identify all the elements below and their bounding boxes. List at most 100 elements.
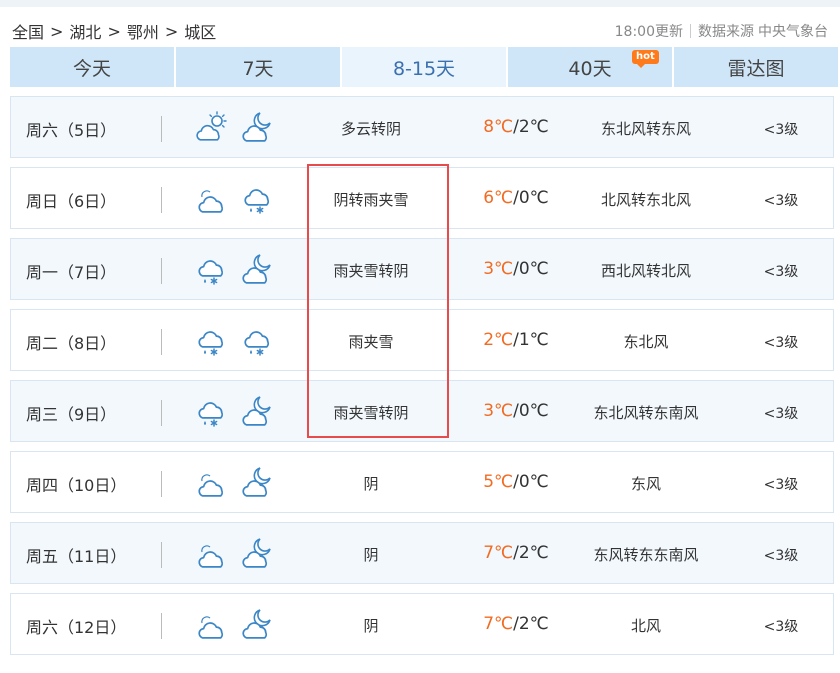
cloudy-moon-icon	[239, 252, 275, 288]
weather-icons	[193, 110, 275, 146]
tab-label: 7天	[242, 57, 274, 80]
sleet-icon	[239, 323, 275, 359]
temp-high: 8℃	[483, 117, 514, 137]
weather-condition: 雨夹雪	[348, 333, 394, 351]
day-label: 周四（10日）	[26, 476, 127, 495]
day-label: 周六（12日）	[26, 618, 127, 637]
breadcrumb-item-district[interactable]: 城区	[184, 19, 216, 43]
row-divider	[161, 613, 162, 639]
sleet-icon	[193, 252, 229, 288]
wind-level: <3级	[763, 122, 799, 138]
weather-icons	[193, 536, 275, 572]
breadcrumb-separator: >	[107, 21, 121, 41]
cloudy-moon-icon	[239, 394, 275, 430]
temp-high: 7℃	[483, 543, 514, 563]
temperature: 7℃/2℃	[466, 543, 566, 563]
forecast-list: 周六（5日） 多云转阴 8℃/2℃ 东北风转东风 <3级 周日（6日） 阴转雨夹…	[10, 96, 834, 664]
source-label: 数据来源	[698, 24, 754, 40]
wind-level: <3级	[763, 406, 799, 422]
weather-icons	[193, 394, 275, 430]
wind-level: <3级	[763, 335, 799, 351]
temp-low: 0℃	[518, 259, 549, 279]
cloudy-moon-icon	[239, 465, 275, 501]
weather-condition: 多云转阴	[340, 120, 401, 138]
weather-condition: 阴	[363, 546, 379, 564]
breadcrumb-item-country[interactable]: 全国	[12, 19, 44, 43]
tab-today[interactable]: 今天	[10, 47, 176, 87]
temperature: 7℃/2℃	[466, 614, 566, 634]
forecast-tabs: 今天 7天 8-15天 40天 hot 雷达图	[10, 47, 838, 87]
weather-icons	[193, 323, 275, 359]
weather-condition: 阴	[363, 475, 379, 493]
wind-direction: 东北风转东南风	[593, 404, 699, 422]
temp-high: 7℃	[483, 614, 514, 634]
weather-condition: 阴转雨夹雪	[333, 191, 409, 209]
temp-high: 6℃	[483, 188, 514, 208]
weather-condition: 阴	[363, 617, 379, 635]
wind-direction: 东北风转东风	[600, 120, 691, 138]
cloudy-moon-icon	[239, 110, 275, 146]
forecast-row: 周六（5日） 多云转阴 8℃/2℃ 东北风转东风 <3级	[10, 96, 834, 158]
tab-label: 8-15天	[392, 57, 456, 80]
temperature: 3℃/0℃	[466, 259, 566, 279]
wind-direction: 西北风转北风	[600, 262, 691, 280]
overcast-icon	[193, 465, 229, 501]
tab-8-15-days[interactable]: 8-15天	[342, 47, 508, 87]
forecast-row: 周三（9日） 雨夹雪转阴 3℃/0℃ 东北风转东南风 <3级	[10, 380, 834, 442]
tab-7-days[interactable]: 7天	[176, 47, 342, 87]
row-divider	[161, 329, 162, 355]
cloudy-moon-icon	[239, 607, 275, 643]
breadcrumb-item-city[interactable]: 鄂州	[127, 19, 159, 43]
forecast-row: 周五（11日） 阴 7℃/2℃ 东风转东东南风 <3级	[10, 522, 834, 584]
tab-radar[interactable]: 雷达图	[674, 47, 838, 87]
tab-label: 今天	[72, 57, 111, 80]
weather-icons	[193, 252, 275, 288]
tab-label: 40天	[568, 57, 612, 80]
weather-icons	[193, 181, 275, 217]
day-label: 周三（9日）	[26, 405, 117, 424]
day-label: 周一（7日）	[26, 263, 117, 282]
temperature: 5℃/0℃	[466, 472, 566, 492]
forecast-row: 周日（6日） 阴转雨夹雪 6℃/0℃ 北风转东北风 <3级	[10, 167, 834, 229]
temp-low: 0℃	[518, 472, 549, 492]
temp-low: 1℃	[518, 330, 549, 350]
day-label: 周二（8日）	[26, 334, 117, 353]
forecast-row: 周六（12日） 阴 7℃/2℃ 北风 <3级	[10, 593, 834, 655]
sleet-icon	[239, 181, 275, 217]
weather-condition: 雨夹雪转阴	[333, 262, 409, 280]
temp-low: 2℃	[518, 543, 549, 563]
breadcrumb-item-province[interactable]: 湖北	[69, 19, 101, 43]
overcast-icon	[193, 181, 229, 217]
temp-high: 2℃	[483, 330, 514, 350]
weather-condition: 雨夹雪转阴	[333, 404, 409, 422]
temperature: 8℃/2℃	[466, 117, 566, 137]
tab-40-days[interactable]: 40天 hot	[508, 47, 674, 87]
wind-level: <3级	[763, 264, 799, 280]
temperature: 6℃/0℃	[466, 188, 566, 208]
weather-icons	[193, 607, 275, 643]
wind-level: <3级	[763, 548, 799, 564]
breadcrumb-separator: >	[164, 21, 179, 41]
wind-direction: 东风	[630, 475, 661, 493]
wind-direction: 东风转东东南风	[593, 546, 699, 564]
forecast-row: 周四（10日） 阴 5℃/0℃ 东风 <3级	[10, 451, 834, 513]
day-label: 周六（5日）	[26, 121, 117, 140]
partly-cloudy-sun-icon	[193, 110, 229, 146]
temp-low: 0℃	[518, 188, 549, 208]
temp-high: 5℃	[483, 472, 514, 492]
update-meta: 18:00更新 数据来源 中央气象台	[615, 21, 828, 41]
overcast-icon	[193, 607, 229, 643]
temp-low: 2℃	[518, 614, 549, 634]
temp-high: 3℃	[483, 259, 514, 279]
row-divider	[161, 542, 162, 568]
row-divider	[161, 471, 162, 497]
weather-icons	[193, 465, 275, 501]
top-strip	[0, 0, 840, 7]
forecast-row: 周一（7日） 雨夹雪转阴 3℃/0℃ 西北风转北风 <3级	[10, 238, 834, 300]
tab-label: 雷达图	[727, 57, 785, 80]
temp-high: 3℃	[483, 401, 514, 421]
sleet-icon	[193, 394, 229, 430]
day-label: 周日（6日）	[26, 192, 117, 211]
sleet-icon	[193, 323, 229, 359]
breadcrumb-separator: >	[50, 21, 64, 41]
